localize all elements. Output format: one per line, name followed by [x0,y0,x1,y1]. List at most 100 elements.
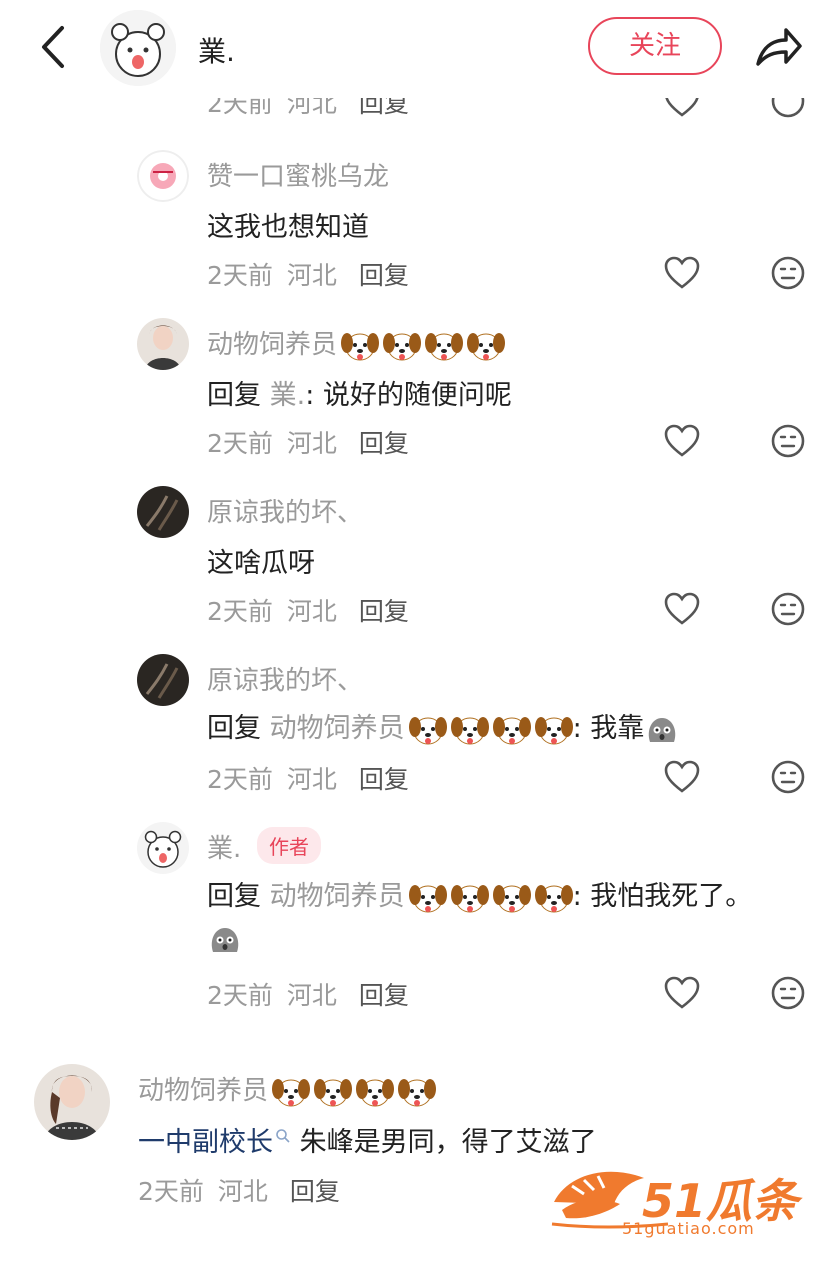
meta-region: 河北 [286,98,337,118]
heart-icon[interactable] [664,256,700,290]
comment-text-body: 朱峰是男同，得了艾滋了 [291,1127,597,1158]
meta-time: 2天前 [207,765,273,794]
search-link[interactable]: 一中副校长 [138,1127,273,1158]
dog-emoji-icon [492,713,531,747]
dog-emoji-icon [314,1075,353,1109]
reply-button[interactable]: 回复 [359,261,409,290]
avatar[interactable] [137,486,189,538]
meta-region: 河北 [217,1177,268,1206]
face-neutral-icon[interactable] [771,760,805,794]
commenter-name-text: 动物饲养员 [138,1076,269,1106]
meta-time: 2天前 [207,429,273,458]
commenter-name[interactable]: 業. [207,828,241,865]
comment-meta: 2天前 河北 回复 [207,976,423,1012]
meta-time: 2天前 [207,261,273,290]
dog-emoji-icon [408,881,447,915]
heart-icon[interactable] [664,760,700,794]
clipped-comment-meta: 2天前 河北 回复 [0,98,839,124]
meta-time: 2天前 [207,98,273,118]
reply-prefix: 回复 [207,713,261,744]
meta-region: 河北 [286,981,337,1010]
reply-button[interactable]: 回复 [359,98,409,118]
dog-emoji-icon [341,329,380,363]
avatar[interactable] [34,1064,110,1140]
dog-emoji-icon [398,1075,437,1109]
heart-icon[interactable] [664,424,700,458]
avatar[interactable] [137,150,189,202]
comment-text-line2 [207,922,243,958]
reply-comment: 業. 作者 回复 动物饲养员: 我怕我死了。 2天前 河北 回复 [0,822,839,1022]
avatar[interactable] [137,822,189,874]
reply-prefix: 回复 [207,881,261,912]
rock-emoji-icon [644,712,680,748]
meta-region: 河北 [286,429,337,458]
comment-text-body: : 说好的随便问呢 [305,380,512,411]
heart-icon[interactable] [664,976,700,1010]
face-neutral-icon[interactable] [771,976,805,1010]
reply-button[interactable]: 回复 [290,1177,340,1206]
comment-text: 一中副校长 朱峰是男同，得了艾滋了 [138,1120,597,1159]
meta-time: 2天前 [138,1177,204,1206]
dog-emoji-icon [534,881,573,915]
reply-button[interactable]: 回复 [359,765,409,794]
back-arrow-icon[interactable] [34,22,74,72]
face-neutral-icon[interactable] [771,98,805,118]
face-neutral-icon[interactable] [771,424,805,458]
author-avatar[interactable] [100,10,176,86]
dog-emoji-icon [534,713,573,747]
commenter-name[interactable]: 动物饲养员 [207,324,506,363]
commenter-name[interactable]: 原谅我的坏、 [207,660,363,697]
comment-text: 回复 动物饲养员 : 我怕我死了。 [207,874,752,915]
search-icon[interactable] [275,1120,291,1143]
header-username[interactable]: 業. [198,30,235,70]
comment-text: 这啥瓜呀 [207,548,315,579]
comment-meta: 2天前 河北 回复 [138,1172,354,1208]
comment-text: 回复 动物饲养员 : 我靠 [207,706,680,748]
comment-text: 这我也想知道 [207,212,369,243]
commenter-name[interactable]: 赞一口蜜桃乌龙 [207,156,389,193]
comment-meta: 2天前 河北 回复 [207,424,423,460]
comment-meta: 2天前 河北 回复 [207,592,423,628]
rock-emoji-icon [207,922,243,958]
comment-text: 回复 業.: 说好的随便问呢 [207,373,512,412]
commenter-name[interactable]: 原谅我的坏、 [207,492,363,529]
meta-time: 2天前 [207,981,273,1010]
meta-region: 河北 [286,765,337,794]
comment-meta: 2天前 河北 回复 [207,760,423,796]
meta-time: 2天前 [207,597,273,626]
heart-icon[interactable] [664,98,700,118]
dog-emoji-icon [408,713,447,747]
reply-comment: 动物饲养员 回复 業.: 说好的随便问呢 2天前 河北 回复 [0,318,839,468]
comment-meta: 2天前 河北 回复 [207,256,423,292]
heart-icon[interactable] [664,592,700,626]
dog-emoji-icon [272,1075,311,1109]
dog-emoji-icon [450,713,489,747]
comment-text-body: : 我靠 [572,713,645,744]
reply-comment: 赞一口蜜桃乌龙 这我也想知道 2天前 河北 回复 [0,150,839,300]
follow-button[interactable]: 关注 [588,17,722,75]
comment-text-body: : 我怕我死了。 [572,881,753,912]
reply-button[interactable]: 回复 [359,429,409,458]
commenter-name-text: 动物饲养员 [207,330,338,360]
reply-button[interactable]: 回复 [359,981,409,1010]
meta-region: 河北 [286,261,337,290]
author-badge: 作者 [257,827,321,864]
reply-to-user[interactable]: 动物饲养员 [270,881,405,912]
share-icon[interactable] [752,22,804,72]
comment-meta: 2天前 河北 回复 [207,98,423,120]
avatar[interactable] [137,654,189,706]
avatar[interactable] [137,318,189,370]
commenter-name[interactable]: 动物饲养员 [138,1070,437,1109]
dog-emoji-icon [425,329,464,363]
reply-to-user[interactable]: 动物饲养员 [270,713,405,744]
dog-emoji-icon [383,329,422,363]
face-neutral-icon[interactable] [771,592,805,626]
dog-emoji-icon [450,881,489,915]
dog-emoji-icon [492,881,531,915]
face-neutral-icon[interactable] [771,256,805,290]
reply-button[interactable]: 回复 [359,597,409,626]
dog-emoji-icon [356,1075,395,1109]
top-bar: 業. 关注 [0,0,839,98]
reply-to-user[interactable]: 業. [270,380,306,411]
reply-comment: 原谅我的坏、 这啥瓜呀 2天前 河北 回复 [0,486,839,636]
